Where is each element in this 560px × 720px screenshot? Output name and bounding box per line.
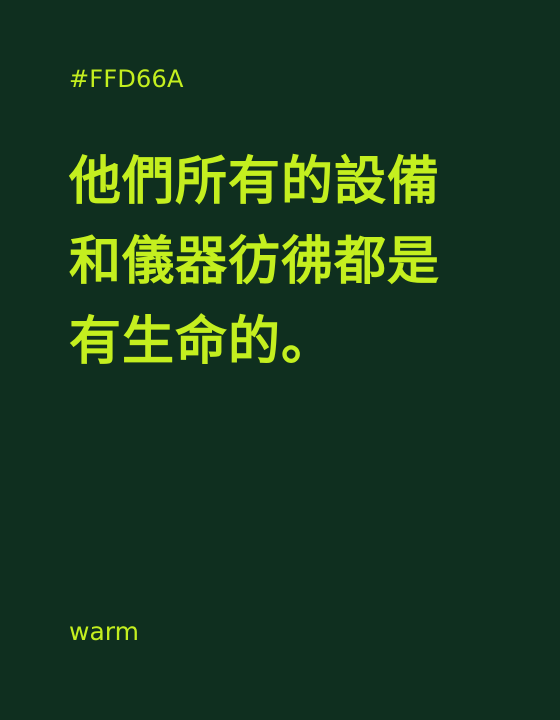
mood-word: warm: [69, 617, 139, 646]
quote-line-1: 他們所有的設備: [69, 152, 441, 212]
quote-card: #FFD66A 他們所有的設備 和儀器彷彿都是 有生命的。 warm: [0, 0, 560, 720]
quote-line-2: 和儀器彷彿都是: [69, 232, 441, 292]
hex-color-label: #FFD66A: [69, 65, 184, 93]
quote-line-3: 有生命的。: [69, 312, 335, 372]
quote-text: 他們所有的設備 和儀器彷彿都是 有生命的。: [69, 142, 499, 382]
